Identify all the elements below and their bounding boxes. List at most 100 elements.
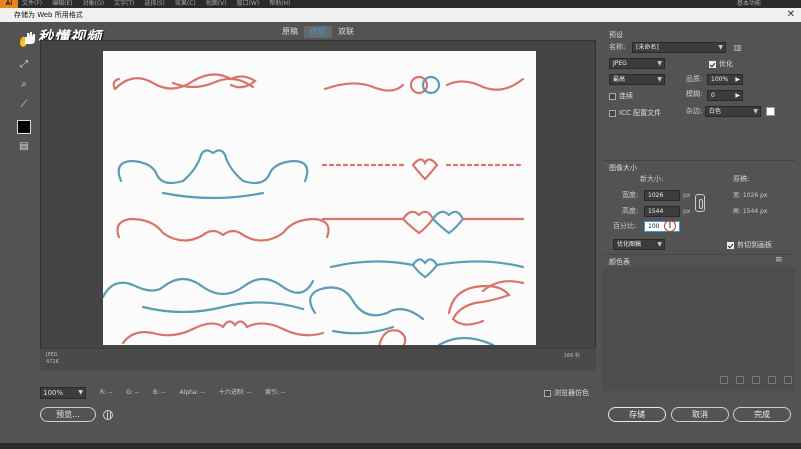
eyedropper-color-swatch[interactable]	[17, 120, 31, 134]
dialog-title: 存储为 Web 所用格式	[14, 11, 83, 19]
original-width: 宽: 1026 px	[733, 192, 768, 199]
file-format-value: JPEG	[613, 60, 627, 67]
matte-value: 白色	[709, 108, 722, 115]
menu-item[interactable]: 选择(S)	[144, 0, 165, 8]
readout-r: R: --	[100, 389, 113, 396]
section-divider	[603, 254, 795, 255]
menu-item[interactable]: 对象(O)	[83, 0, 104, 8]
readout-g: G: --	[126, 389, 140, 396]
constrain-proportions-icon[interactable]	[695, 194, 705, 212]
save-button[interactable]: 存储	[608, 407, 666, 422]
file-format-dropdown[interactable]: JPEG ▼	[609, 58, 665, 69]
quality-input[interactable]: 100% ▶	[707, 74, 743, 85]
optimize-label: 优化	[719, 60, 733, 68]
matte-label: 杂边:	[686, 107, 703, 115]
chevron-down-icon: ▼	[657, 76, 662, 83]
close-icon[interactable]: ✕	[787, 9, 795, 21]
globe-icon[interactable]	[103, 410, 113, 420]
preview-area[interactable]	[40, 40, 596, 362]
menu-item[interactable]: 文件(F)	[22, 0, 42, 8]
preview-info-bar: JPEG 472K 166 秒	[40, 348, 596, 370]
progressive-label: 连续	[619, 92, 633, 100]
menu-item[interactable]: 视图(V)	[206, 0, 227, 8]
chevron-right-icon[interactable]: ▶	[735, 91, 740, 100]
app-status-bar	[0, 443, 801, 449]
preview-file-size: 472K	[46, 359, 59, 365]
optimize-checkbox[interactable]	[709, 60, 716, 68]
ornament-double-heart-line	[321, 210, 525, 235]
matte-color-swatch[interactable]	[766, 107, 775, 116]
cancel-button[interactable]: 取消	[671, 407, 729, 422]
menu-item[interactable]: 文字(T)	[114, 0, 134, 8]
icc-profile-label: ICC 配置文件	[619, 109, 662, 117]
height-input[interactable]: 1544	[644, 206, 680, 217]
artboard-preview	[103, 51, 536, 345]
resample-quality-dropdown[interactable]: 优化图稿 ▼	[613, 239, 665, 250]
quality-preset-dropdown[interactable]: 最高 ▼	[609, 74, 665, 85]
zoom-icon[interactable]: ⌕	[17, 78, 31, 92]
original-size-label: 原稿:	[733, 175, 750, 183]
progressive-checkbox[interactable]	[609, 92, 616, 100]
app-logo: Ai	[0, 0, 18, 8]
width-label: 宽度:	[622, 191, 639, 199]
quality-value: 100%	[711, 76, 729, 83]
done-button[interactable]: 完成	[733, 407, 791, 422]
preview-format: JPEG	[46, 352, 58, 358]
clip-to-artboard-checkbox[interactable]	[727, 241, 734, 249]
chevron-down-icon: ▼	[753, 108, 758, 115]
menu-item[interactable]: 窗口(W)	[237, 0, 260, 8]
chevron-right-icon[interactable]: ▶	[735, 75, 740, 84]
browser-dither-option[interactable]: 浏览器仿色	[544, 387, 589, 399]
width-input[interactable]: 1026	[644, 190, 680, 201]
ornament-teal-heart-wave	[329, 258, 525, 279]
lock-color-icon[interactable]	[752, 376, 760, 384]
color-table-section-title: 颜色表	[609, 258, 630, 266]
progressive-option[interactable]: 连续	[609, 91, 633, 101]
preview-download-time: 166 秒	[563, 353, 580, 359]
ornament-coral-curl	[447, 280, 525, 326]
slice-select-icon[interactable]: ⤢	[17, 58, 31, 72]
readout-alpha: Alpha: --	[179, 389, 205, 396]
zoom-dropdown[interactable]: 100% ▼	[40, 387, 86, 399]
clip-to-artboard-option[interactable]: 剪切到画板	[727, 240, 772, 250]
chevron-down-icon: ▼	[657, 241, 662, 248]
toggle-slices-icon[interactable]: ▤	[17, 140, 31, 154]
preset-menu-icon[interactable]: ▥	[734, 43, 742, 52]
blur-value: 0	[711, 92, 715, 99]
color-table-area	[603, 267, 795, 391]
menu-item[interactable]: 效果(C)	[175, 0, 196, 8]
color-readouts: R: -- G: -- B: -- Alpha: -- 十六进制: -- 索引:…	[100, 387, 285, 399]
menu-item[interactable]: 帮助(H)	[269, 0, 290, 8]
new-color-icon[interactable]	[768, 376, 776, 384]
delete-color-icon[interactable]	[784, 376, 792, 384]
browser-dither-label: 浏览器仿色	[554, 389, 589, 397]
tab-original[interactable]: 原稿	[276, 26, 304, 38]
optimize-option[interactable]: 优化	[709, 59, 733, 69]
tab-2-up[interactable]: 双联	[332, 26, 360, 38]
menu-item[interactable]: 编辑(E)	[52, 0, 72, 8]
shift-web-safe-icon[interactable]	[736, 376, 744, 384]
ornament-coral-bottom-scroll	[121, 320, 495, 345]
map-color-icon[interactable]	[720, 376, 728, 384]
resample-quality-value: 优化图稿	[617, 241, 642, 248]
browser-dither-checkbox[interactable]	[544, 389, 551, 397]
eyedropper-icon[interactable]: ⟋	[17, 98, 31, 112]
matte-dropdown[interactable]: 白色 ▼	[705, 106, 761, 117]
preset-name-dropdown[interactable]: [未命名] ▼	[632, 42, 726, 53]
height-label: 高度:	[622, 207, 639, 215]
color-table-tools	[720, 376, 792, 384]
color-table-menu-icon[interactable]: ≡	[775, 255, 783, 265]
status-row: 100% ▼ R: -- G: -- B: -- Alpha: -- 十六进制:…	[40, 387, 600, 401]
ornament-coral-heart-line	[321, 158, 525, 181]
ornament-coral-scroll-1	[112, 73, 257, 91]
ornament-teal-swirls	[103, 277, 315, 314]
tab-optimized[interactable]: 优化	[304, 26, 332, 38]
icc-profile-option[interactable]: ICC 配置文件	[609, 108, 661, 118]
workspace-label[interactable]: 基本功能	[737, 0, 761, 8]
new-size-label: 新大小:	[640, 175, 664, 183]
icc-profile-checkbox[interactable]	[609, 109, 616, 117]
preview-button[interactable]: 预览...	[40, 407, 96, 422]
blur-input[interactable]: 0 ▶	[707, 90, 743, 101]
readout-b: B: --	[153, 389, 166, 396]
readout-index: 索引: --	[265, 389, 286, 396]
